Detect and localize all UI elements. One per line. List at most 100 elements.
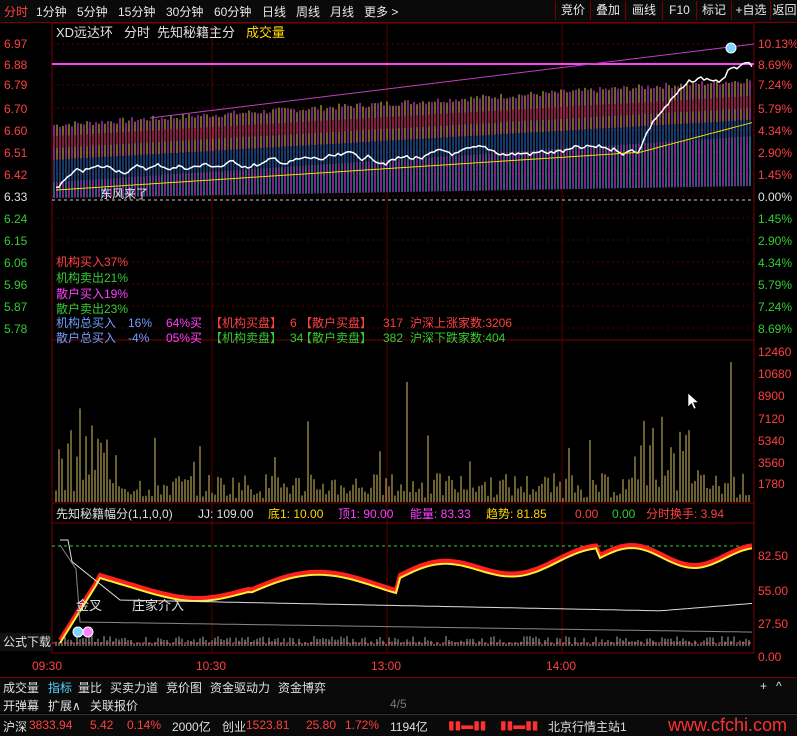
volume-tick: 10680 (758, 367, 792, 381)
volume-bars (55, 362, 750, 502)
index-sh-name: 沪深 (3, 720, 28, 734)
percent-tick: 4.34% (758, 256, 792, 270)
tab-fund-game[interactable]: 资金博弈 (278, 679, 326, 696)
inst-buy-stat: 机构买入37% (56, 254, 128, 269)
peak-marker-icon (725, 42, 737, 54)
server-station[interactable]: 北京行情主站1 (548, 718, 627, 735)
tab-fund-drive[interactable]: 资金驱动力 (210, 679, 270, 696)
indicator-value-2: 0.00 (612, 507, 636, 521)
signal-marker-icon (72, 626, 84, 638)
indicator-energy: 能量: 83.33 (410, 507, 471, 521)
index-sh-percent: 0.14% (127, 718, 162, 732)
danmaku-toggle[interactable]: 开弹幕 (3, 697, 39, 714)
index-cy-value: 1523.81 (246, 718, 290, 732)
price-tick: 6.24 (4, 212, 28, 226)
volume-tick: 1780 (758, 477, 785, 491)
indicator-gray-line (59, 544, 753, 633)
price-tick: 6.70 (4, 102, 28, 116)
tab-auction-chart[interactable]: 竞价图 (166, 679, 202, 696)
period-tab-5min[interactable]: 5分钟 (77, 3, 108, 20)
price-tick: 6.60 (4, 124, 28, 138)
inst-buy-order-value: 6 (290, 316, 297, 330)
f10-button[interactable]: F10 (662, 1, 696, 20)
price-tick: 6.51 (4, 146, 28, 160)
back-button[interactable]: 返回 (770, 1, 797, 20)
tab-add-button[interactable]: + (760, 679, 767, 693)
add-watchlist-button[interactable]: +自选 (731, 1, 770, 20)
period-more-menu[interactable]: 更多 > (364, 3, 398, 20)
extension-bar: 开弹幕 扩展∧ 关联报价 4/5 (0, 695, 797, 713)
period-tab-daily[interactable]: 日线 (262, 3, 286, 20)
page-indicator: 4/5 (390, 697, 407, 711)
price-tick: 6.88 (4, 58, 28, 72)
price-tick: 6.33 (4, 190, 28, 204)
period-tab-1min[interactable]: 1分钟 (36, 3, 67, 20)
index-cy-percent: 1.72% (345, 718, 380, 732)
chart-mode-label: 分时 (124, 25, 150, 40)
stock-name: XD远达环 (56, 25, 113, 40)
index-sh-change: 5.42 (90, 718, 114, 732)
indicator-turnover: 分时换手: 3.94 (646, 507, 724, 521)
chart-canvas[interactable]: XD远达环 分时 先知秘籍主分 成交量 6.97 6.88 6.79 6.70 … (0, 23, 797, 677)
indicator-tab-bar: 成交量 指标 量比 买卖力道 竞价图 资金驱动力 资金博弈 + ^ (0, 677, 797, 695)
period-tab-60min[interactable]: 60分钟 (214, 3, 251, 20)
tab-volume[interactable]: 成交量 (3, 679, 39, 696)
volume-tick: 8900 (758, 389, 785, 403)
tab-buy-sell-force[interactable]: 买卖力道 (110, 679, 158, 696)
index-cy-change: 25.80 (306, 718, 337, 732)
period-tab-15min[interactable]: 15分钟 (118, 3, 155, 20)
indicator-axis: 82.50 55.00 27.50 0.00 (758, 549, 788, 664)
percent-tick: 8.69% (758, 322, 792, 336)
price-tick: 6.15 (4, 234, 28, 248)
tab-volume-ratio[interactable]: 量比 (78, 679, 102, 696)
retail-buy-ratio: 05%买 (166, 331, 202, 345)
breadth-bar-icon: ▮▮▬▮▮ (448, 718, 487, 732)
index-sh-value: 3833.94 (29, 718, 73, 732)
period-tab-intraday[interactable]: 分时 (4, 3, 28, 20)
period-tab-30min[interactable]: 30分钟 (166, 3, 203, 20)
percent-tick: 0.00% (758, 190, 792, 204)
retail-sell-stat: 散户卖出23% (56, 301, 128, 316)
retail-buy-stat: 散户买入19% (56, 286, 128, 301)
mark-button[interactable]: 标记 (696, 1, 731, 20)
indicator-header: 先知秘籍幅分(1,1,0,0) JJ: 109.00 底1: 10.00 顶1:… (56, 506, 724, 521)
expand-toggle[interactable]: 扩展∧ (48, 697, 81, 714)
indicator-band-bars (53, 78, 751, 198)
inst-total-buy-value: 16% (128, 316, 152, 330)
auction-button[interactable]: 竞价 (555, 1, 590, 20)
inst-sell-order-label: 【机构卖盘】 (210, 330, 282, 345)
index-sh-amount: 2000亿 (172, 720, 211, 734)
inst-buy-ratio: 64%买 (166, 316, 202, 330)
percent-tick: 4.34% (758, 124, 792, 138)
period-tab-weekly[interactable]: 周线 (296, 3, 320, 20)
percent-tick: 7.24% (758, 300, 792, 314)
indicator-trend: 趋势: 81.85 (486, 507, 547, 521)
retail-buy-order-value: 317 (383, 316, 403, 330)
flow-stats-row-2: 散户总买入 -4% 05%买 【机构卖盘】 34 【散户卖盘】 382 沪深下跌… (56, 330, 506, 345)
inst-buy-order-label: 【机构买盘】 (210, 315, 282, 330)
price-tick: 5.96 (4, 278, 28, 292)
inst-sell-stat: 机构卖出21% (56, 270, 128, 285)
golden-cross-label: 金叉 (76, 598, 102, 613)
percent-tick: 1.45% (758, 168, 792, 182)
overlay-button[interactable]: 叠加 (590, 1, 625, 20)
index-cy-name: 创业 (222, 720, 247, 734)
time-axis: 09:30 10:30 13:00 14:00 (32, 659, 576, 673)
chevron-up-icon[interactable]: ^ (776, 679, 782, 693)
breadth-bar-icon: ▮▮▬▮▮ (500, 718, 539, 732)
time-tick: 13:00 (371, 659, 401, 673)
period-tab-monthly[interactable]: 月线 (330, 3, 354, 20)
indicator-value-1: 0.00 (575, 507, 599, 521)
status-bar: 沪深 3833.94 5.42 0.14% 2000亿 创业 1523.81 2… (0, 714, 797, 736)
indicator-tick: 27.50 (758, 617, 788, 631)
volume-axis: 12460 10680 8900 7120 5340 3560 1780 (758, 345, 792, 491)
price-tick: 5.87 (4, 300, 28, 314)
tab-indicator[interactable]: 指标 (48, 679, 72, 696)
related-quote-link[interactable]: 关联报价 (90, 697, 138, 714)
price-axis: 6.97 6.88 6.79 6.70 6.60 6.51 6.42 6.33 … (4, 37, 28, 336)
volume-tick: 7120 (758, 412, 785, 426)
indicator-tick: 0.00 (758, 650, 782, 664)
draw-line-button[interactable]: 画线 (625, 1, 662, 20)
price-tick: 6.97 (4, 37, 28, 51)
inst-total-buy-label: 机构总买入 (56, 315, 116, 330)
